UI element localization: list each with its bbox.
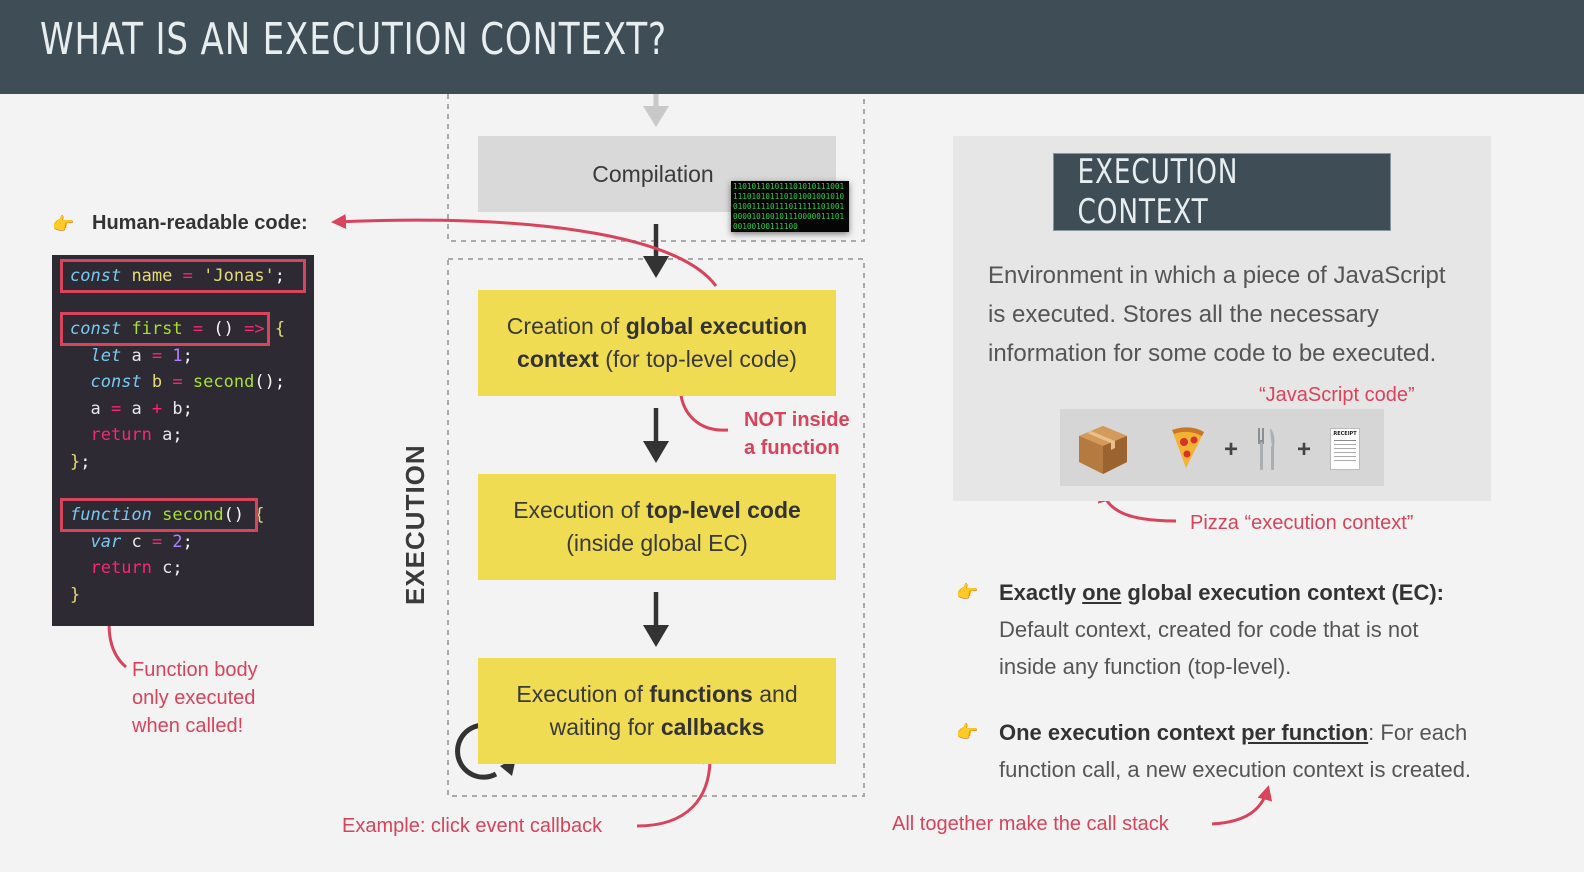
binary-code-image: 1101011010111010101110011110101011101010… [731, 181, 849, 232]
code-line-10: return c; [90, 558, 183, 578]
code-line-3: let a = 1; [90, 346, 193, 366]
code-block: const name = 'Jonas'; const first = () =… [52, 255, 314, 626]
code-line-7: }; [70, 452, 91, 472]
js-code-label: “JavaScript code” [1259, 384, 1415, 406]
highlight-second [60, 498, 258, 532]
pointing-hand-icon: 👉 [956, 582, 979, 602]
code-line-6: return a; [90, 425, 183, 445]
pointing-hand-icon: 👉 [52, 214, 75, 234]
code-line-4: const b = second(); [90, 372, 286, 392]
execution-label: EXECUTION [400, 444, 430, 605]
top-level-execution-box: Execution of top-level code (inside globa… [478, 474, 836, 580]
call-stack-note: All together make the call stack [892, 813, 1169, 835]
code-line-9: var c = 2; [90, 532, 193, 552]
human-readable-label: Human-readable code: [92, 212, 308, 234]
functions-callbacks-box: Execution of functions and waiting for c… [478, 658, 836, 764]
plus-sign-2: + [1297, 436, 1312, 463]
code-line-5: a = a + b; [70, 399, 193, 419]
bullet-one-global-ec: Exactly one global execution context (EC… [999, 580, 1444, 679]
execution-context-title-box: EXECUTION CONTEXT [1053, 152, 1391, 232]
pizza-ec-label: Pizza “execution context” [1190, 512, 1414, 534]
function-body-note: Function body only executed when called! [132, 659, 258, 737]
pizza-box-icon [1079, 426, 1127, 474]
creation-global-ec-box: Creation of global execution context (fo… [478, 290, 836, 396]
cutlery-icon [1258, 428, 1275, 470]
flow-arrow-3 [643, 592, 669, 647]
execution-context-definition: Environment in which a piece of JavaScri… [988, 262, 1446, 367]
not-inside-note: NOT inside a function [744, 409, 850, 459]
arrow-call-stack [1211, 785, 1273, 826]
callback-example-note: Example: click event callback [342, 815, 603, 837]
arrow-to-human-code [331, 213, 718, 287]
highlight-first [60, 312, 270, 346]
pizza-slice-icon [1172, 427, 1204, 468]
code-line-11: } [70, 585, 81, 605]
bullet-per-function: One execution context per function: For … [999, 720, 1472, 782]
receipt-icon: RECEIPT [1330, 428, 1360, 470]
flow-arrow-2 [643, 408, 669, 463]
pointing-hand-icon: 👉 [956, 722, 979, 742]
plus-sign-1: + [1224, 436, 1239, 463]
highlight-name [60, 259, 306, 293]
